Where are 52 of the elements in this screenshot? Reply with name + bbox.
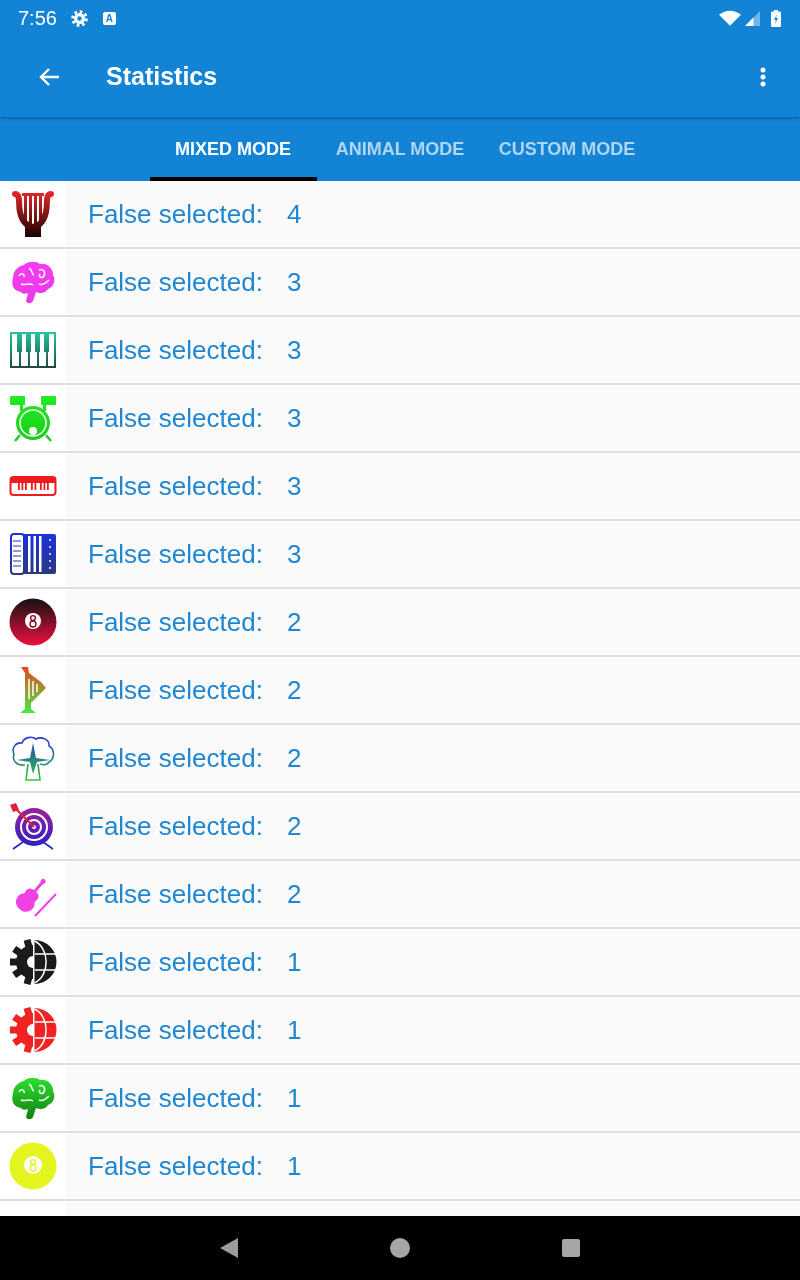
row-label: False selected:	[88, 1082, 263, 1114]
row-label: False selected:	[88, 606, 263, 638]
row-count: 1	[286, 1014, 302, 1046]
row-label: False selected:	[88, 946, 263, 978]
row-label: False selected:	[88, 470, 263, 502]
row-count: 3	[286, 470, 302, 502]
gear-globe-icon	[9, 938, 57, 986]
row-count: 3	[286, 538, 302, 570]
row-label: False selected:	[88, 402, 263, 434]
lyre-icon	[9, 190, 57, 238]
gear-globe-icon	[9, 1006, 57, 1054]
row-label: False selected:	[88, 1150, 263, 1182]
wifi-icon	[719, 10, 741, 26]
triangle-back-icon	[220, 1238, 238, 1258]
row-count: 4	[286, 198, 302, 230]
row-label: False selected:	[88, 266, 263, 298]
back-arrow-icon	[38, 66, 60, 87]
status-time: 7:56	[18, 7, 57, 29]
row-label: False selected:	[88, 538, 263, 570]
row-label: False selected:	[88, 878, 263, 910]
signal-icon	[745, 10, 760, 26]
row-label: False selected:	[88, 1014, 263, 1046]
square-recents-icon	[562, 1239, 580, 1257]
row-count: 3	[286, 402, 302, 434]
row-count: 1	[286, 1150, 302, 1182]
mode-tab[interactable]: CUSTOM MODE	[483, 117, 651, 181]
eight-ball-icon	[9, 598, 57, 646]
row-count: 3	[286, 334, 302, 366]
row-count: 2	[286, 810, 302, 842]
row-label: False selected:	[88, 742, 263, 774]
tree-icon	[9, 734, 57, 782]
row-label: False selected:	[88, 810, 263, 842]
row-label: False selected:	[88, 674, 263, 706]
row-count: 2	[286, 878, 302, 910]
drum-icon	[9, 394, 57, 442]
row-count: 1	[286, 1082, 302, 1114]
row-count: 2	[286, 606, 302, 638]
eight-ball-icon	[9, 1142, 57, 1190]
row-count: 2	[286, 674, 302, 706]
screen-title: Statistics	[106, 62, 218, 91]
more-vertical-icon	[760, 66, 766, 87]
row-count: 1	[286, 946, 302, 978]
row-count: 3	[286, 266, 302, 298]
notification-badge: A	[102, 11, 116, 25]
row-label: False selected:	[88, 334, 263, 366]
battery-charging-icon	[771, 9, 781, 27]
row-count: 2	[286, 742, 302, 774]
row-label: False selected:	[88, 198, 263, 230]
mode-tab[interactable]: ANIMAL MODE	[316, 117, 484, 181]
accordion-icon	[9, 530, 57, 578]
circle-home-icon	[390, 1238, 410, 1258]
gear-icon	[70, 9, 88, 27]
